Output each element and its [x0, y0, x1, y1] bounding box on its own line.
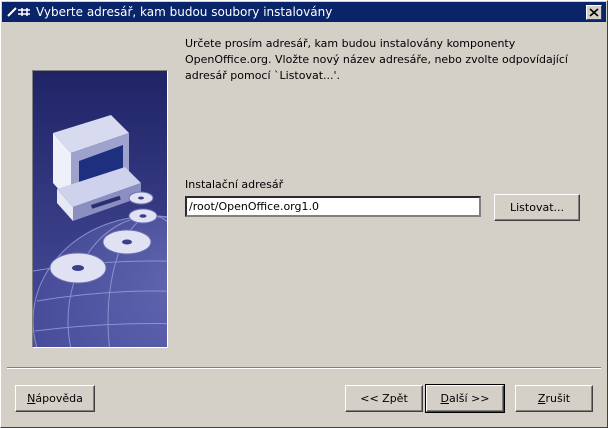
- intro-text: Určete prosím adresář, kam budou instalo…: [185, 37, 568, 82]
- next-button[interactable]: Další >>: [425, 384, 505, 413]
- back-button[interactable]: << Zpět: [345, 385, 423, 412]
- back-label: << Zpět: [360, 392, 408, 405]
- window-menu-icon[interactable]: [6, 5, 32, 19]
- next-accel: D: [440, 392, 449, 405]
- close-button[interactable]: [586, 5, 602, 20]
- installer-dialog: Vyberte adresář, kam budou soubory insta…: [0, 0, 608, 428]
- cancel-label: rušit: [545, 392, 571, 405]
- button-separator: [7, 367, 601, 369]
- next-label: alší >>: [448, 392, 490, 405]
- browse-button[interactable]: Listovat...: [494, 194, 580, 221]
- title-bar[interactable]: Vyberte adresář, kam budou soubory insta…: [2, 2, 606, 22]
- help-button[interactable]: Nápověda: [15, 385, 95, 412]
- install-dir-input[interactable]: [185, 196, 481, 217]
- window-title: Vyberte adresář, kam budou soubory insta…: [36, 5, 333, 19]
- cancel-button[interactable]: Zrušit: [515, 385, 593, 412]
- installer-illustration: [32, 70, 168, 348]
- close-icon: [589, 8, 599, 17]
- browse-button-label: Listovat...: [509, 201, 564, 214]
- install-dir-label: Instalační adresář: [185, 178, 284, 191]
- help-label: ápověda: [35, 392, 83, 405]
